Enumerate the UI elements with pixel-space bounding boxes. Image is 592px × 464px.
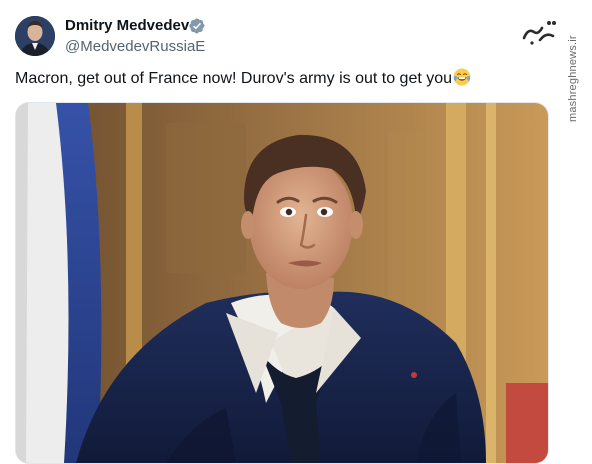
news-logo-icon xyxy=(520,14,560,48)
author-avatar[interactable] xyxy=(15,16,55,56)
tweet-text: Macron, get out of France now! Durov's a… xyxy=(15,68,555,90)
tweet-card: Dmitry Medvedev @MedvedevRussiaE mashreg… xyxy=(0,0,592,464)
watermark-text: mashreghnews.ir xyxy=(567,35,579,122)
author-handle[interactable]: @MedvedevRussiaE xyxy=(65,38,205,55)
verified-badge-icon xyxy=(189,18,205,34)
face-with-tears-of-joy-icon xyxy=(453,68,471,86)
tweet-text-content: Macron, get out of France now! Durov's a… xyxy=(15,70,453,87)
media-image[interactable] xyxy=(15,102,549,464)
author-name[interactable]: Dmitry Medvedev xyxy=(65,17,189,34)
avatar-image xyxy=(15,16,55,56)
photo-media-image xyxy=(16,103,548,463)
